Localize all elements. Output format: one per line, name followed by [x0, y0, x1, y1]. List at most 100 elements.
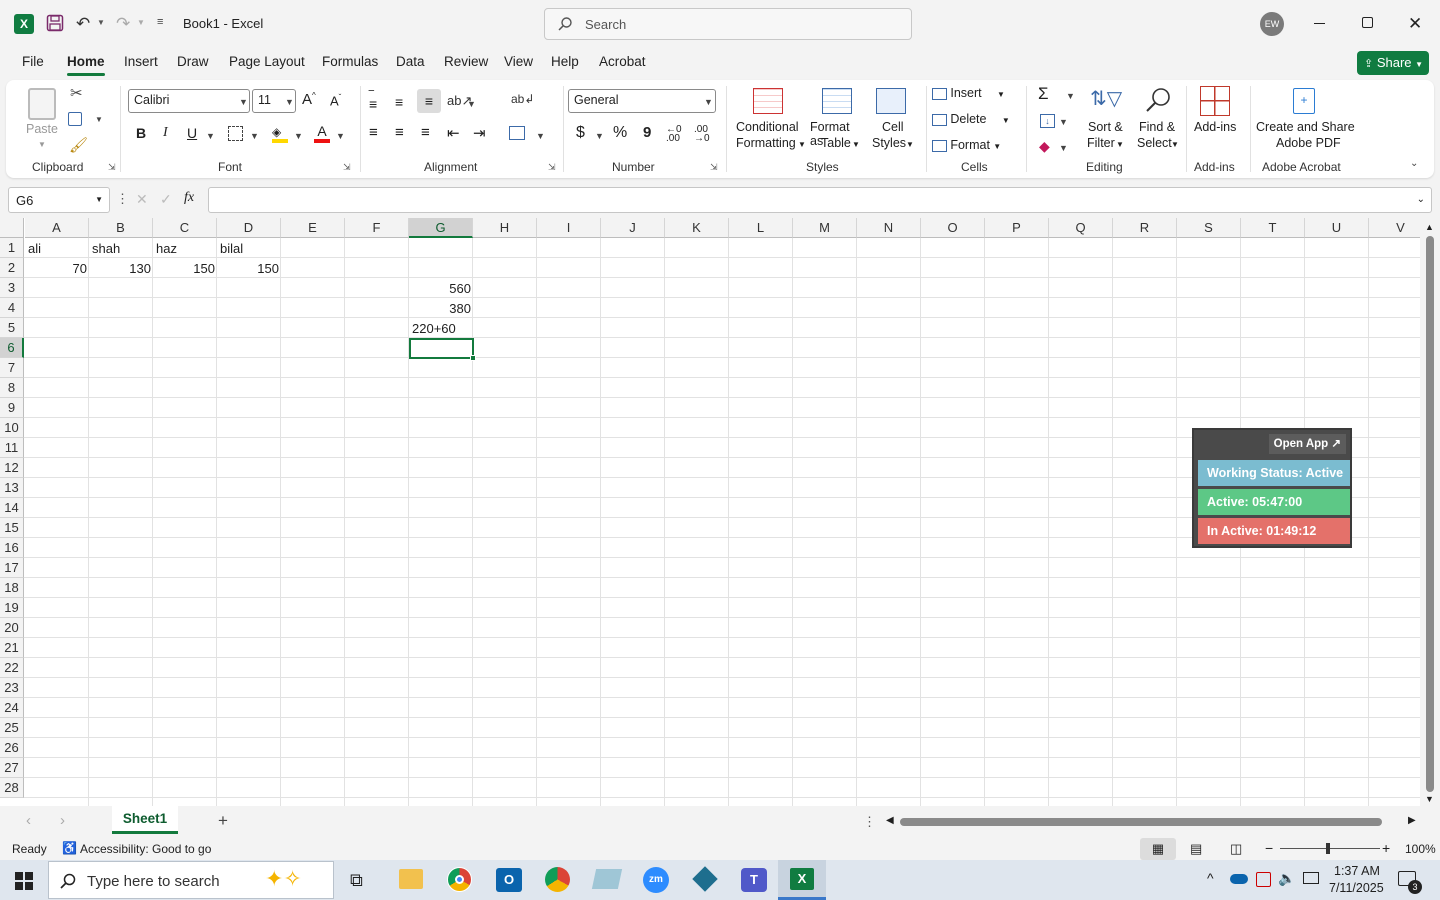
column-header-m[interactable]: M [793, 218, 857, 238]
row-header-13[interactable]: 13 [0, 478, 24, 498]
column-header-l[interactable]: L [729, 218, 793, 238]
addins-button[interactable]: Add-ins [1190, 84, 1240, 154]
tab-draw[interactable]: Draw [177, 54, 209, 69]
autosum-icon[interactable]: Σ [1038, 84, 1049, 104]
column-header-r[interactable]: R [1113, 218, 1177, 238]
merge-dropdown-icon[interactable]: ▼ [536, 131, 545, 141]
customize-qat-icon[interactable]: ≡ [157, 16, 163, 28]
row-header-18[interactable]: 18 [0, 578, 24, 598]
task-view-icon[interactable]: ⧉ [350, 870, 363, 891]
row-header-14[interactable]: 14 [0, 498, 24, 518]
delete-cells-button[interactable]: Delete ▼ [932, 112, 1016, 132]
clock-date[interactable]: 7/11/2025 [1329, 881, 1384, 895]
column-header-j[interactable]: J [601, 218, 665, 238]
fill-dropdown-icon[interactable]: ▼ [1059, 117, 1068, 127]
windows-start-icon[interactable] [14, 871, 34, 891]
undo-icon[interactable]: ↶ [76, 14, 90, 34]
app-icon[interactable] [591, 869, 623, 889]
column-header-c[interactable]: C [153, 218, 217, 238]
underline-button[interactable]: U [187, 125, 197, 141]
next-sheet-icon[interactable]: › [60, 812, 65, 829]
number-format-dropdown-icon[interactable]: ▼ [704, 97, 713, 107]
font-size-dropdown-icon[interactable]: ▼ [285, 97, 294, 107]
font-launcher-icon[interactable]: ⇲ [343, 162, 351, 173]
fill-handle[interactable] [470, 355, 476, 361]
cut-icon[interactable]: ✂ [70, 84, 83, 102]
italic-button[interactable]: I [163, 125, 168, 141]
cell-b2[interactable]: 130 [89, 259, 151, 279]
excel-taskbar-icon[interactable]: X [778, 860, 826, 900]
column-header-t[interactable]: T [1241, 218, 1305, 238]
page-break-view-icon[interactable]: ◫ [1230, 841, 1242, 857]
cell-b1[interactable]: shah [92, 239, 152, 259]
show-hidden-icons[interactable]: ^ [1207, 870, 1214, 886]
underline-dropdown-icon[interactable]: ▼ [206, 131, 215, 141]
zoom-slider[interactable] [1280, 848, 1380, 849]
scroll-down-icon[interactable]: ▼ [1425, 794, 1434, 804]
taskbar-search-box[interactable]: Type here to search ✦✧ [48, 861, 334, 899]
column-header-u[interactable]: U [1305, 218, 1369, 238]
tab-data[interactable]: Data [396, 54, 425, 69]
horizontal-scroll-thumb[interactable] [900, 818, 1382, 826]
row-header-28[interactable]: 28 [0, 778, 24, 798]
fill-color-icon[interactable]: ◈ [272, 125, 288, 143]
column-header-q[interactable]: Q [1049, 218, 1113, 238]
cell-d2[interactable]: 150 [217, 259, 279, 279]
normal-view-icon[interactable]: ▦ [1140, 838, 1176, 860]
clear-icon[interactable]: ◆ [1039, 138, 1050, 155]
teams-icon[interactable]: T [741, 868, 767, 892]
scroll-right-icon[interactable]: ▶ [1408, 815, 1416, 826]
merge-center-icon[interactable] [509, 126, 525, 140]
column-header-k[interactable]: K [665, 218, 729, 238]
tab-help[interactable]: Help [551, 54, 579, 69]
row-header-25[interactable]: 25 [0, 718, 24, 738]
row-header-15[interactable]: 15 [0, 518, 24, 538]
tab-file[interactable]: File [22, 54, 44, 69]
insert-cells-button[interactable]: Insert ▼ [932, 86, 1012, 106]
alignment-launcher-icon[interactable]: ⇲ [548, 162, 556, 173]
copy-icon[interactable] [68, 112, 82, 126]
zoom-level[interactable]: 100% [1405, 842, 1436, 856]
row-header-24[interactable]: 24 [0, 698, 24, 718]
fill-icon[interactable]: ↓ [1040, 114, 1055, 128]
row-header-11[interactable]: 11 [0, 438, 24, 458]
restore-icon[interactable] [1362, 17, 1373, 28]
middle-align-icon[interactable]: ≡ [395, 94, 403, 110]
row-header-4[interactable]: 4 [0, 298, 24, 318]
cell-a2[interactable]: 70 [25, 259, 87, 279]
column-header-b[interactable]: B [89, 218, 153, 238]
tray-app-icon[interactable] [1256, 872, 1271, 887]
insert-function-icon[interactable]: fx [184, 190, 194, 206]
cell-c2[interactable]: 150 [153, 259, 215, 279]
minimize-icon[interactable] [1314, 23, 1325, 24]
undo-dropdown-icon[interactable]: ▼ [97, 18, 105, 27]
clipboard-launcher-icon[interactable]: ⇲ [108, 162, 116, 173]
cell-a1[interactable]: ali [28, 239, 88, 259]
accessibility-status[interactable]: Accessibility: Good to go [80, 842, 211, 856]
row-header-12[interactable]: 12 [0, 458, 24, 478]
column-header-f[interactable]: F [345, 218, 409, 238]
row-header-17[interactable]: 17 [0, 558, 24, 578]
decrease-decimal-icon[interactable]: .00 →0 [694, 125, 710, 144]
format-as-table-button[interactable]: Format as Table ▼ [808, 84, 864, 154]
column-header-a[interactable]: A [25, 218, 89, 238]
column-header-i[interactable]: I [537, 218, 601, 238]
paste-button[interactable]: Paste ▼ [22, 86, 62, 152]
row-header-3[interactable]: 3 [0, 278, 24, 298]
row-header-8[interactable]: 8 [0, 378, 24, 398]
column-header-g[interactable]: G [409, 218, 473, 238]
page-layout-view-icon[interactable]: ▤ [1190, 841, 1202, 857]
borders-dropdown-icon[interactable]: ▼ [250, 131, 259, 141]
currency-dropdown-icon[interactable]: ▼ [595, 131, 604, 141]
cell-styles-button[interactable]: Cell Styles ▼ [868, 84, 916, 154]
avatar[interactable]: EW [1260, 12, 1284, 36]
find-select-button[interactable]: Find & Select ▼ [1130, 84, 1180, 154]
row-header-9[interactable]: 9 [0, 398, 24, 418]
column-header-v[interactable]: V [1369, 218, 1420, 238]
format-cells-button[interactable]: Format ▼ [932, 138, 1012, 158]
borders-icon[interactable] [228, 126, 243, 141]
font-name-dropdown-icon[interactable]: ▼ [239, 97, 248, 107]
wrap-text-icon[interactable]: ab↲ [511, 92, 534, 106]
row-header-10[interactable]: 10 [0, 418, 24, 438]
row-header-19[interactable]: 19 [0, 598, 24, 618]
